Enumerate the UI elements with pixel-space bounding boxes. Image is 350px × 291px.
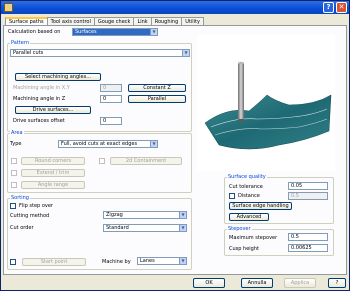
machine-by-value: Lanes xyxy=(140,258,155,264)
stepover-title: Stepover xyxy=(227,226,252,232)
advanced-button[interactable]: Advanced xyxy=(229,213,269,221)
chevron-down-icon: ▼ xyxy=(182,50,189,56)
cusp-height-field[interactable]: 0.00625 xyxy=(288,244,328,252)
calc-value: Surfaces xyxy=(75,29,97,35)
calc-label: Calculation based on xyxy=(8,29,61,35)
distance-checkbox[interactable] xyxy=(229,193,235,199)
chevron-down-icon: ▼ xyxy=(150,141,157,147)
chevron-down-icon: ▼ xyxy=(179,258,186,264)
containment-checkbox[interactable] xyxy=(99,158,105,164)
chevron-down-icon: ▼ xyxy=(150,29,157,35)
help-title-button[interactable]: ? xyxy=(323,2,334,13)
distance-field[interactable]: 0.5 xyxy=(288,192,328,200)
preview-viewport[interactable] xyxy=(197,35,335,171)
extend-trim-checkbox[interactable] xyxy=(11,170,17,176)
close-button[interactable]: ✕ xyxy=(336,2,347,13)
surface-preview-image xyxy=(204,61,332,150)
title-bar[interactable]: ? ✕ xyxy=(1,1,349,14)
pattern-title: Pattern xyxy=(10,40,30,46)
pattern-type-value: Parallel cuts xyxy=(13,50,44,56)
start-point-button[interactable]: Start point xyxy=(22,258,86,266)
angle-xy-label: Machining angle in X,Y xyxy=(13,85,70,91)
round-corners-button[interactable]: Round corners xyxy=(21,157,85,165)
machine-by-select[interactable]: Lanes ▼ xyxy=(137,257,187,265)
sorting-title: Sorting xyxy=(10,195,30,201)
app-icon xyxy=(4,3,13,12)
cusp-height-label: Cusp height xyxy=(229,246,259,252)
apply-button[interactable]: Applica xyxy=(284,278,316,288)
chevron-down-icon: ▼ xyxy=(179,212,186,218)
surface-quality-title: Surface quality xyxy=(227,174,267,180)
cancel-button[interactable]: Annulla xyxy=(241,278,273,288)
cutting-method-select[interactable]: Zigzag ▼ xyxy=(103,211,187,219)
flip-stepover-checkbox[interactable] xyxy=(10,203,16,209)
containment-button[interactable]: 2d Containment xyxy=(110,157,182,165)
pattern-type-select[interactable]: Parallel cuts ▼ xyxy=(10,49,190,57)
offset-field[interactable]: 0 xyxy=(100,117,122,125)
cutting-method-label: Cutting method xyxy=(10,213,50,219)
cut-tolerance-field[interactable]: 0.05 xyxy=(288,182,328,190)
extend-trim-button[interactable]: Extend / trim xyxy=(21,169,85,177)
angle-z-field[interactable]: 0 xyxy=(100,95,122,103)
angle-range-checkbox[interactable] xyxy=(11,182,17,188)
machine-by-label: Machine by xyxy=(102,259,131,265)
surface-edge-handling-button[interactable]: Surface edge handling xyxy=(229,202,292,210)
max-stepover-label: Maximum stepover xyxy=(229,235,278,241)
angle-range-button[interactable]: Angle range xyxy=(21,181,85,189)
chevron-down-icon: ▼ xyxy=(179,225,186,231)
cut-order-select[interactable]: Standard ▼ xyxy=(103,224,187,232)
offset-label: Drive surfaces offset xyxy=(13,118,65,124)
cut-order-value: Standard xyxy=(106,225,129,231)
cut-order-label: Cut order xyxy=(10,225,34,231)
area-type-select[interactable]: Full, avoid cuts at exact edges ▼ xyxy=(58,140,158,148)
drive-surfaces-button[interactable]: Drive surfaces... xyxy=(15,106,91,114)
area-title: Area xyxy=(10,130,24,136)
cut-tolerance-label: Cut tolerance xyxy=(229,184,263,190)
area-type-label: Type xyxy=(10,141,22,147)
max-stepover-field[interactable]: 0.5 xyxy=(288,233,328,241)
flip-stepover-label: Flip step over xyxy=(19,203,53,209)
round-corners-checkbox[interactable] xyxy=(11,158,17,164)
start-point-checkbox[interactable] xyxy=(10,259,16,265)
angle-z-label: Machining angle in Z xyxy=(13,96,66,102)
select-angles-button[interactable]: Select machining angles... xyxy=(15,73,101,81)
area-type-value: Full, avoid cuts at exact edges xyxy=(61,141,138,147)
calc-select[interactable]: Surfaces ▼ xyxy=(72,28,158,36)
parallel-button[interactable]: Parallel xyxy=(128,95,186,103)
cutting-method-value: Zigzag xyxy=(106,212,123,218)
angle-xy-field[interactable]: 0 xyxy=(100,84,122,92)
distance-label: Distance xyxy=(238,193,260,199)
ok-button[interactable]: OK xyxy=(193,278,225,288)
constant-z-button[interactable]: Constant Z xyxy=(128,84,186,92)
help-button[interactable]: ? xyxy=(328,278,346,288)
